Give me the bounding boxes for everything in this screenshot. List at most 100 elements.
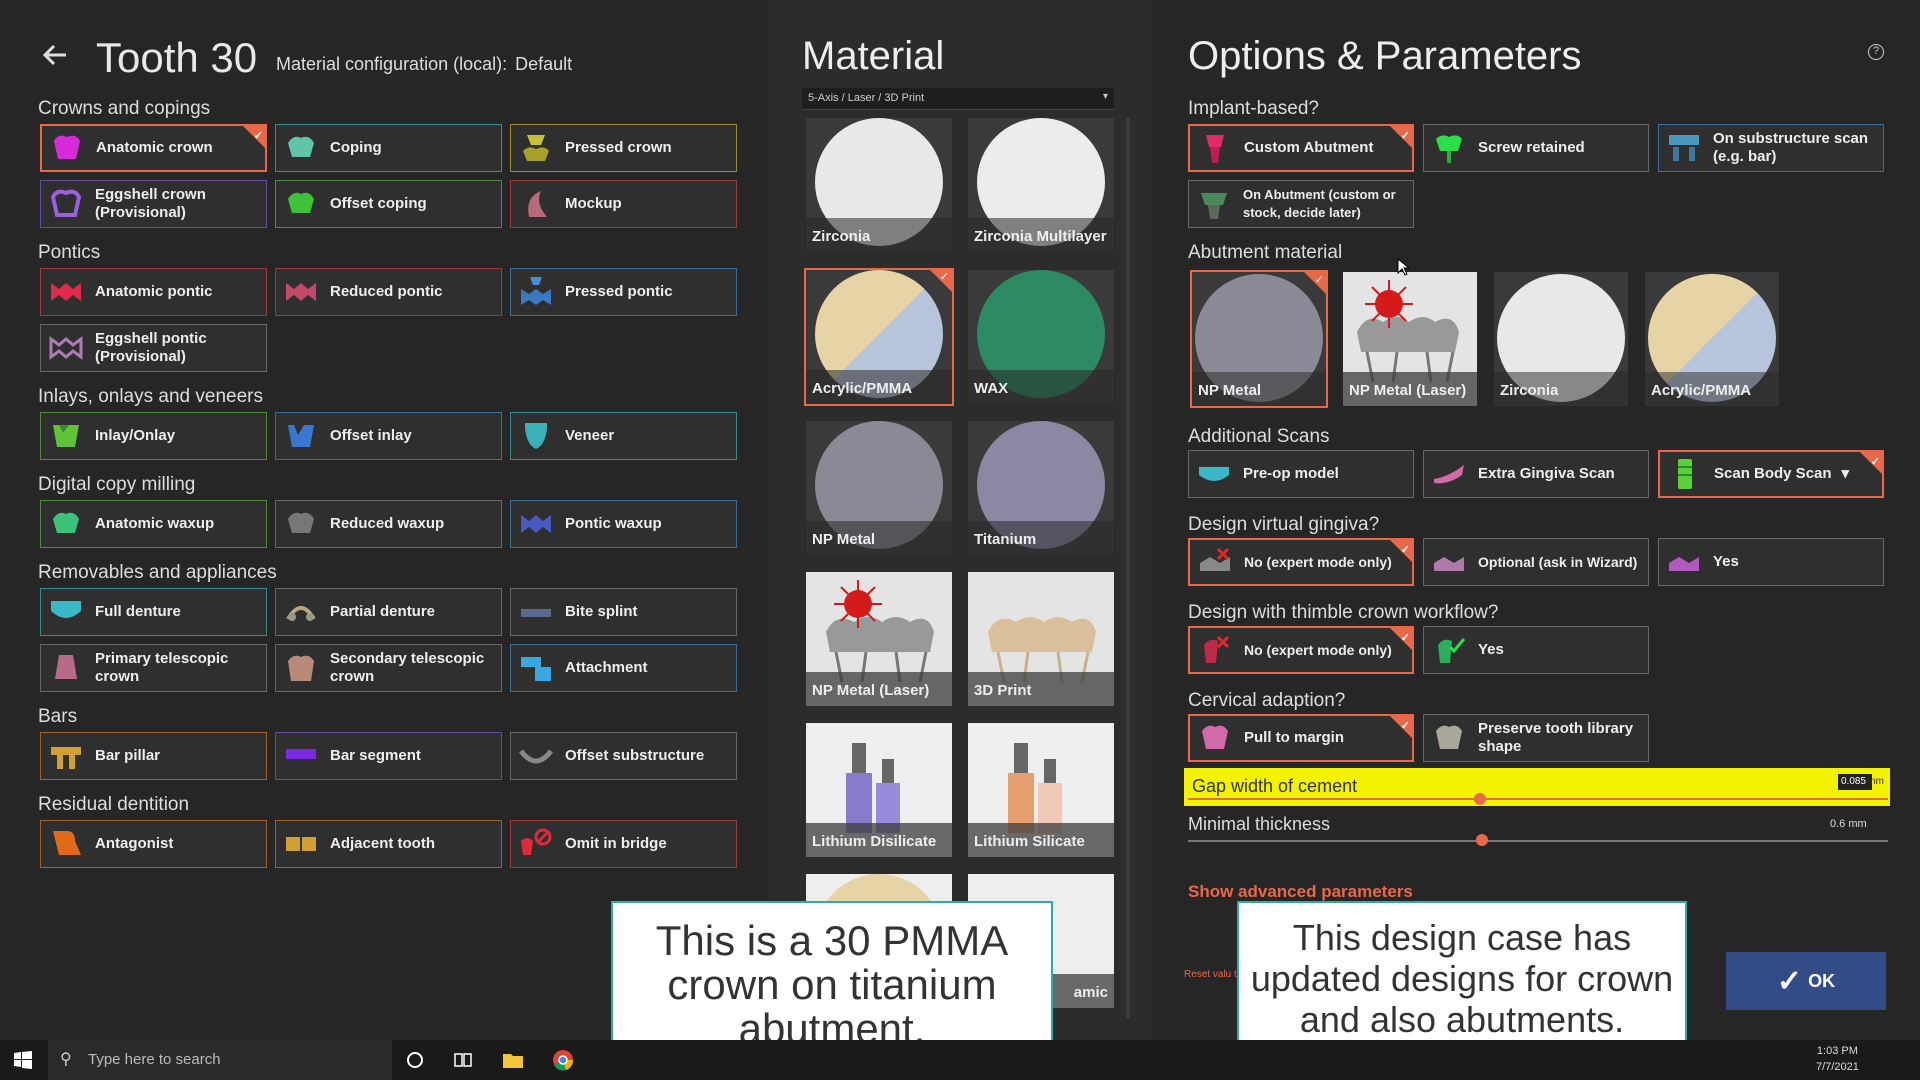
btn-anatomic-crown[interactable]: Anatomic crown ✓ — [40, 124, 267, 172]
btn-inlay-onlay[interactable]: Inlay/Onlay — [40, 412, 267, 460]
pressed-crown-icon — [523, 135, 549, 161]
btn-on-substructure[interactable]: On substructure scan (e.g. bar) — [1658, 124, 1884, 172]
btn-pre-op-model[interactable]: Pre-op model — [1188, 450, 1414, 498]
task-view-icon[interactable] — [452, 1049, 474, 1071]
btn-thimble-yes[interactable]: Yes — [1423, 626, 1649, 674]
btn-offset-substructure[interactable]: Offset substructure — [510, 732, 737, 780]
show-advanced-link[interactable]: Show advanced parameters — [1188, 882, 1413, 902]
check-icon: ✓ — [939, 271, 949, 283]
tile-lithium-disilicate[interactable]: Lithium Disilicate — [806, 723, 952, 857]
minimal-thickness-slider[interactable] — [1188, 840, 1888, 842]
minimal-thickness-value[interactable]: 0.6 mm — [1830, 818, 1867, 830]
cervical-label: Cervical adaption? — [1188, 690, 1346, 711]
abutment-zirconia[interactable]: Zirconia — [1494, 272, 1628, 406]
taskbar-search[interactable]: ⚲ Type here to search — [48, 1040, 392, 1080]
abutment-acrylic-pmma[interactable]: Acrylic/PMMA — [1645, 272, 1779, 406]
btn-anatomic-pontic[interactable]: Anatomic pontic — [40, 268, 267, 316]
clock[interactable]: 1:03 PM 7/7/2021 — [1816, 1043, 1859, 1075]
abutment-np-metal-laser[interactable]: NP Metal (Laser) — [1343, 272, 1477, 406]
btn-on-abutment[interactable]: On Abutment (custom or stock, decide lat… — [1188, 180, 1414, 228]
material-scrollbar[interactable] — [1126, 118, 1130, 1018]
reduced-pontic-icon — [286, 283, 316, 301]
machine-select[interactable]: 5-Axis / Laser / 3D Print ▾ — [802, 88, 1114, 110]
section-pontics: Pontics — [38, 242, 101, 263]
btn-gingiva-optional[interactable]: Optional (ask in Wizard) — [1423, 538, 1649, 586]
tile-zirconia-multilayer[interactable]: Zirconia Multilayer — [968, 118, 1114, 252]
dropdown-arrow-icon: ▾ — [1841, 465, 1850, 482]
btn-primary-telescopic[interactable]: Primary telescopic crown — [40, 644, 267, 692]
btn-mockup[interactable]: Mockup — [510, 180, 737, 228]
file-explorer-icon[interactable] — [502, 1049, 524, 1071]
btn-pressed-crown[interactable]: Pressed crown — [510, 124, 737, 172]
anatomic-crown-icon — [54, 135, 80, 159]
btn-preserve-library-shape[interactable]: Preserve tooth library shape — [1423, 714, 1649, 762]
secondary-telescopic-icon — [288, 655, 314, 681]
scan-body-scan-icon — [1678, 459, 1692, 489]
offset-coping-icon — [288, 192, 314, 213]
btn-custom-abutment[interactable]: Custom Abutment ✓ — [1188, 124, 1414, 172]
btn-bar-pillar[interactable]: Bar pillar — [40, 732, 267, 780]
omit-in-bridge-icon — [521, 828, 552, 855]
btn-veneer[interactable]: Veneer — [510, 412, 737, 460]
btn-pressed-pontic[interactable]: Pressed pontic — [510, 268, 737, 316]
windows-start-icon[interactable] — [14, 1051, 32, 1069]
abutment-material-label: Abutment material — [1188, 242, 1343, 263]
thimble-no-icon — [1204, 635, 1230, 663]
abutment-np-metal[interactable]: NP Metal ✓ — [1190, 270, 1328, 408]
btn-gingiva-no[interactable]: No (expert mode only) ✓ — [1188, 538, 1414, 586]
btn-pull-to-margin[interactable]: Pull to margin ✓ — [1188, 714, 1414, 762]
btn-scan-body-scan[interactable]: Scan Body Scan ▾ ✓ — [1658, 450, 1884, 498]
btn-anatomic-waxup[interactable]: Anatomic waxup — [40, 500, 267, 548]
pontic-waxup-icon — [521, 515, 551, 533]
btn-bite-splint[interactable]: Bite splint — [510, 588, 737, 636]
ok-button[interactable]: ✓ OK — [1726, 952, 1886, 1010]
help-icon[interactable]: ? — [1868, 44, 1884, 60]
btn-offset-coping[interactable]: Offset coping — [275, 180, 502, 228]
tile-titanium[interactable]: Titanium — [968, 421, 1114, 555]
chrome-icon[interactable] — [552, 1049, 574, 1071]
btn-antagonist[interactable]: Antagonist — [40, 820, 267, 868]
btn-reduced-waxup[interactable]: Reduced waxup — [275, 500, 502, 548]
tile-lithium-silicate[interactable]: Lithium Silicate — [968, 723, 1114, 857]
btn-eggshell-crown[interactable]: Eggshell crown (Provisional) — [40, 180, 267, 228]
back-arrow-icon[interactable] — [38, 38, 72, 72]
gap-width-row[interactable]: Gap width of cement 0.085 mm — [1184, 768, 1890, 806]
btn-full-denture[interactable]: Full denture — [40, 588, 267, 636]
material-config: Material configuration (local): Default — [276, 54, 572, 75]
tile-np-metal[interactable]: NP Metal — [806, 421, 952, 555]
gap-width-knob[interactable] — [1474, 793, 1486, 805]
tile-np-metal-laser[interactable]: NP Metal (Laser) — [806, 572, 952, 706]
search-icon: ⚲ — [60, 1051, 72, 1068]
btn-pontic-waxup[interactable]: Pontic waxup — [510, 500, 737, 548]
btn-screw-retained[interactable]: Screw retained — [1423, 124, 1649, 172]
btn-omit-in-bridge[interactable]: Omit in bridge — [510, 820, 737, 868]
material-config-value[interactable]: Default — [515, 54, 572, 74]
minimal-thickness-knob[interactable] — [1476, 834, 1488, 846]
cortana-icon[interactable] — [404, 1049, 426, 1071]
tile-wax[interactable]: WAX — [968, 270, 1114, 404]
mouse-cursor-icon — [1397, 258, 1409, 276]
btn-offset-inlay[interactable]: Offset inlay — [275, 412, 502, 460]
check-icon: ✓ — [1400, 632, 1410, 644]
eggshell-pontic-icon — [49, 336, 83, 360]
btn-bar-segment[interactable]: Bar segment — [275, 732, 502, 780]
tile-3d-print[interactable]: 3D Print — [968, 572, 1114, 706]
gap-width-slider[interactable] — [1188, 798, 1888, 800]
tile-acrylic-pmma[interactable]: Acrylic/PMMA ✓ — [804, 268, 954, 406]
bar-segment-icon — [286, 749, 316, 759]
btn-gingiva-yes[interactable]: Yes — [1658, 538, 1884, 586]
btn-partial-denture[interactable]: Partial denture — [275, 588, 502, 636]
check-icon: ✓ — [1400, 544, 1410, 556]
btn-coping[interactable]: Coping — [275, 124, 502, 172]
preserve-library-shape-icon — [1436, 725, 1462, 749]
btn-reduced-pontic[interactable]: Reduced pontic — [275, 268, 502, 316]
btn-thimble-no[interactable]: No (expert mode only) ✓ — [1188, 626, 1414, 674]
bar-pillar-icon — [51, 747, 81, 769]
btn-eggshell-pontic[interactable]: Eggshell pontic (Provisional) — [40, 324, 267, 372]
btn-adjacent-tooth[interactable]: Adjacent tooth — [275, 820, 502, 868]
implant-label: Implant-based? — [1188, 98, 1319, 119]
btn-attachment[interactable]: Attachment — [510, 644, 737, 692]
btn-extra-gingiva-scan[interactable]: Extra Gingiva Scan — [1423, 450, 1649, 498]
tile-zirconia[interactable]: Zirconia — [806, 118, 952, 252]
btn-secondary-telescopic[interactable]: Secondary telescopic crown — [275, 644, 502, 692]
